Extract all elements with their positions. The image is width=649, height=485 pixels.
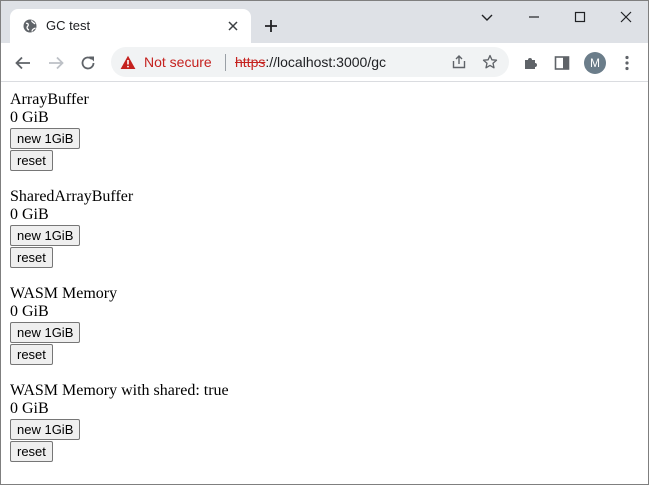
allocated-size: 0 GiB bbox=[10, 400, 49, 417]
back-arrow-icon[interactable] bbox=[14, 54, 32, 72]
arraybuffer-new-button[interactable]: new 1GiB bbox=[10, 128, 81, 149]
maximize-icon[interactable] bbox=[572, 9, 588, 25]
wasm-memory-new-button[interactable]: new 1GiB bbox=[10, 322, 81, 343]
sharedarraybuffer-reset-button[interactable]: reset bbox=[10, 247, 53, 268]
tab-strip: GC test bbox=[1, 1, 648, 43]
page-viewport: ArrayBuffer 0 GiB new 1GiB reset SharedA… bbox=[1, 83, 648, 484]
url-text[interactable]: https://localhost:3000/gc bbox=[235, 54, 386, 70]
tab-title: GC test bbox=[46, 18, 91, 33]
arraybuffer-reset-button[interactable]: reset bbox=[10, 150, 53, 171]
omnibox-divider bbox=[225, 54, 226, 71]
new-tab-plus-icon[interactable] bbox=[263, 18, 279, 34]
kebab-menu-icon[interactable] bbox=[618, 54, 636, 72]
section-label: ArrayBuffer bbox=[10, 91, 89, 108]
url-host-path: ://localhost:3000/gc bbox=[265, 54, 386, 70]
close-window-icon[interactable] bbox=[618, 9, 634, 25]
wasm-shared-memory-section: WASM Memory with shared: true 0 GiB new … bbox=[10, 382, 610, 462]
security-status-label[interactable]: Not secure bbox=[144, 54, 212, 70]
sharedarraybuffer-section: SharedArrayBuffer 0 GiB new 1GiB reset bbox=[10, 188, 610, 268]
globe-icon bbox=[23, 19, 37, 33]
forward-arrow-icon[interactable] bbox=[47, 54, 65, 72]
extensions-puzzle-icon[interactable] bbox=[522, 54, 540, 72]
close-tab-icon[interactable] bbox=[226, 19, 240, 33]
warning-triangle-icon[interactable] bbox=[120, 55, 136, 70]
wasm-shared-memory-reset-button[interactable]: reset bbox=[10, 441, 53, 462]
tab-gc-test[interactable]: GC test bbox=[10, 9, 251, 43]
browser-window: GC test Not secure https://localhost:300… bbox=[0, 0, 649, 485]
address-bar[interactable]: Not secure https://localhost:3000/gc bbox=[111, 47, 509, 77]
side-panel-icon[interactable] bbox=[553, 54, 571, 72]
section-label: WASM Memory bbox=[10, 285, 118, 302]
wasm-memory-reset-button[interactable]: reset bbox=[10, 344, 53, 365]
allocated-size: 0 GiB bbox=[10, 109, 49, 126]
browser-toolbar: Not secure https://localhost:3000/gc M bbox=[1, 43, 648, 82]
reload-icon[interactable] bbox=[79, 54, 97, 72]
section-label: SharedArrayBuffer bbox=[10, 188, 134, 205]
allocated-size: 0 GiB bbox=[10, 303, 49, 320]
url-scheme: https bbox=[235, 54, 266, 70]
profile-avatar[interactable]: M bbox=[584, 52, 606, 74]
sharedarraybuffer-new-button[interactable]: new 1GiB bbox=[10, 225, 81, 246]
share-icon[interactable] bbox=[451, 54, 467, 70]
wasm-shared-memory-new-button[interactable]: new 1GiB bbox=[10, 419, 81, 440]
minimize-icon[interactable] bbox=[526, 9, 542, 25]
bookmark-star-icon[interactable] bbox=[482, 54, 498, 70]
gc-test-content: ArrayBuffer 0 GiB new 1GiB reset SharedA… bbox=[10, 91, 610, 479]
wasm-memory-section: WASM Memory 0 GiB new 1GiB reset bbox=[10, 285, 610, 365]
arraybuffer-section: ArrayBuffer 0 GiB new 1GiB reset bbox=[10, 91, 610, 171]
tab-search-chevron-icon[interactable] bbox=[479, 9, 495, 25]
section-label: WASM Memory with shared: true bbox=[10, 382, 229, 399]
allocated-size: 0 GiB bbox=[10, 206, 49, 223]
